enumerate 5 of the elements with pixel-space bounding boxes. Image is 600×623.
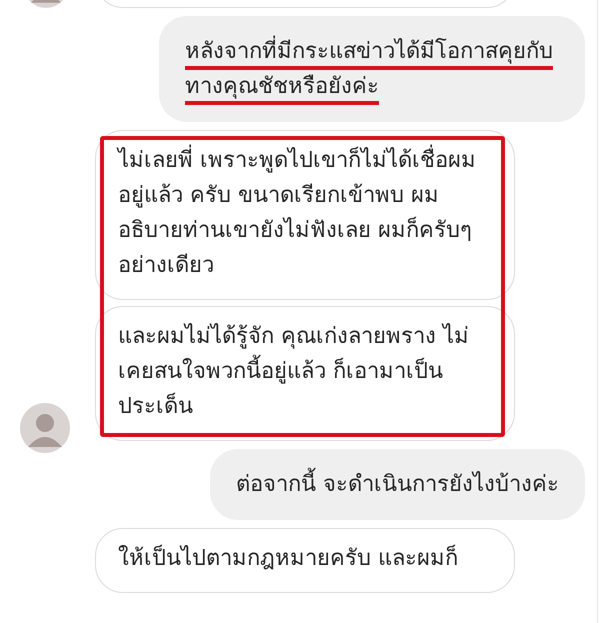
message-text: ไม่เลยพี่ เพราะพูดไปเขาก็ไม่ได้เชื่อผมอยู่แล้ว ครับ ขนาดเรียกเข้าพบ ผมอธิบายท่านเขายังไม่ฟังเลย ผมก็ครับๆอย่างเดียว xyxy=(118,143,492,283)
message-text: และผมไม่ได้รู้จัก คุณเก่งลายพราง ไม่เคยสนใจพวกนี้อยู่แล้ว ก็เอามาเป็นประเด็น xyxy=(118,322,470,421)
message-text: ต่อจากนี้ จะดำเนินการยังไงบ้างค่ะ xyxy=(236,467,559,502)
message-text: ให้เป็นไปตามกฎหมายครับ และผมก็ xyxy=(118,544,459,573)
message-text: หลังจากที่มีกระแสข่าวได้มีโอกาสคุยกับทางคุณชัชหรือยังค่ะ xyxy=(185,34,559,104)
